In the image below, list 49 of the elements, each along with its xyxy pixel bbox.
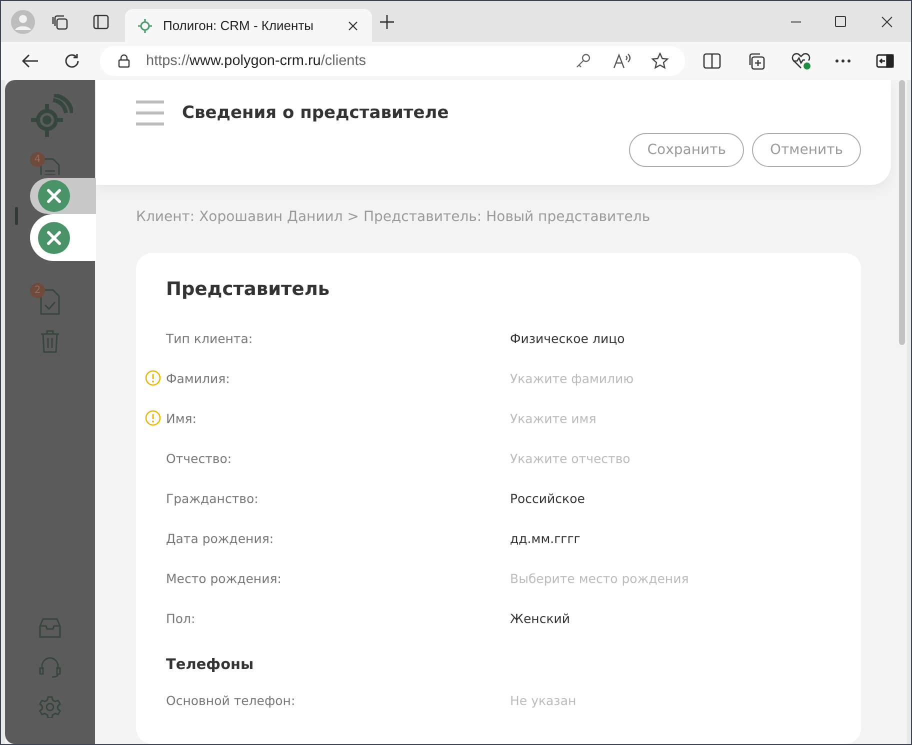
star-icon[interactable] bbox=[651, 52, 669, 70]
close-icon[interactable] bbox=[348, 20, 358, 30]
field-value[interactable]: Физическое лицо bbox=[510, 330, 625, 346]
browser-tab[interactable]: Полигон: CRM - Клиенты bbox=[125, 9, 372, 42]
active-indicator bbox=[15, 207, 18, 225]
close-icon bbox=[38, 180, 70, 212]
field-label: Имя: bbox=[166, 410, 198, 426]
field-value[interactable]: дд.мм.гггг bbox=[510, 530, 580, 546]
field-label: Дата рождения: bbox=[166, 530, 275, 546]
section-title: Представитель bbox=[166, 279, 331, 300]
tab-strip-icon[interactable] bbox=[93, 14, 109, 30]
field-label: Отчество: bbox=[166, 450, 233, 466]
field-label: Место рождения: bbox=[166, 570, 282, 586]
breadcrumb: Клиент: Хорошавин Даниил > Представитель: Новый представитель bbox=[136, 209, 652, 225]
maximize-icon[interactable] bbox=[835, 16, 846, 27]
read-aloud-icon[interactable] bbox=[613, 53, 631, 69]
field-label: Фамилия: bbox=[166, 370, 231, 386]
drawer-tab[interactable] bbox=[30, 178, 96, 214]
target-icon bbox=[137, 18, 153, 34]
field-label: Гражданство: bbox=[166, 490, 260, 506]
close-icon[interactable] bbox=[881, 16, 893, 28]
heart-pulse-icon[interactable] bbox=[791, 52, 811, 70]
sidebar-toggle-icon[interactable] bbox=[876, 54, 894, 68]
input-field[interactable]: Укажите фамилию bbox=[510, 370, 790, 386]
split-screen-icon[interactable] bbox=[703, 53, 721, 69]
scrollbar-thumb[interactable] bbox=[899, 80, 905, 345]
workspaces-icon[interactable] bbox=[51, 12, 69, 30]
field-value[interactable]: Женский bbox=[510, 610, 570, 626]
address-field[interactable]: https://www.polygon-crm.ru/clients bbox=[100, 46, 685, 76]
back-icon[interactable] bbox=[21, 53, 39, 69]
drawer-tab[interactable] bbox=[30, 214, 96, 261]
field-label: Основной телефон: bbox=[166, 692, 296, 708]
document-check-icon[interactable] bbox=[39, 289, 61, 315]
field-value[interactable]: Российское bbox=[510, 490, 585, 506]
refresh-icon[interactable] bbox=[64, 53, 80, 69]
input-field[interactable]: Укажите имя bbox=[510, 410, 790, 426]
page-title: Сведения о представителе bbox=[182, 103, 449, 123]
more-icon[interactable] bbox=[835, 59, 851, 63]
input-field[interactable]: Не указан bbox=[510, 692, 790, 708]
field-label: Тип клиента: bbox=[166, 330, 254, 346]
new-tab-icon[interactable] bbox=[380, 14, 394, 28]
section-title: Телефоны bbox=[166, 656, 255, 675]
close-icon bbox=[38, 222, 70, 254]
lock-icon bbox=[118, 54, 130, 68]
input-field[interactable]: Выберите место рождения bbox=[510, 570, 790, 586]
input-field[interactable]: Укажите отчество bbox=[510, 450, 790, 466]
collections-icon[interactable] bbox=[747, 52, 765, 70]
field-label: Пол: bbox=[166, 610, 196, 626]
key-icon[interactable] bbox=[575, 53, 591, 69]
